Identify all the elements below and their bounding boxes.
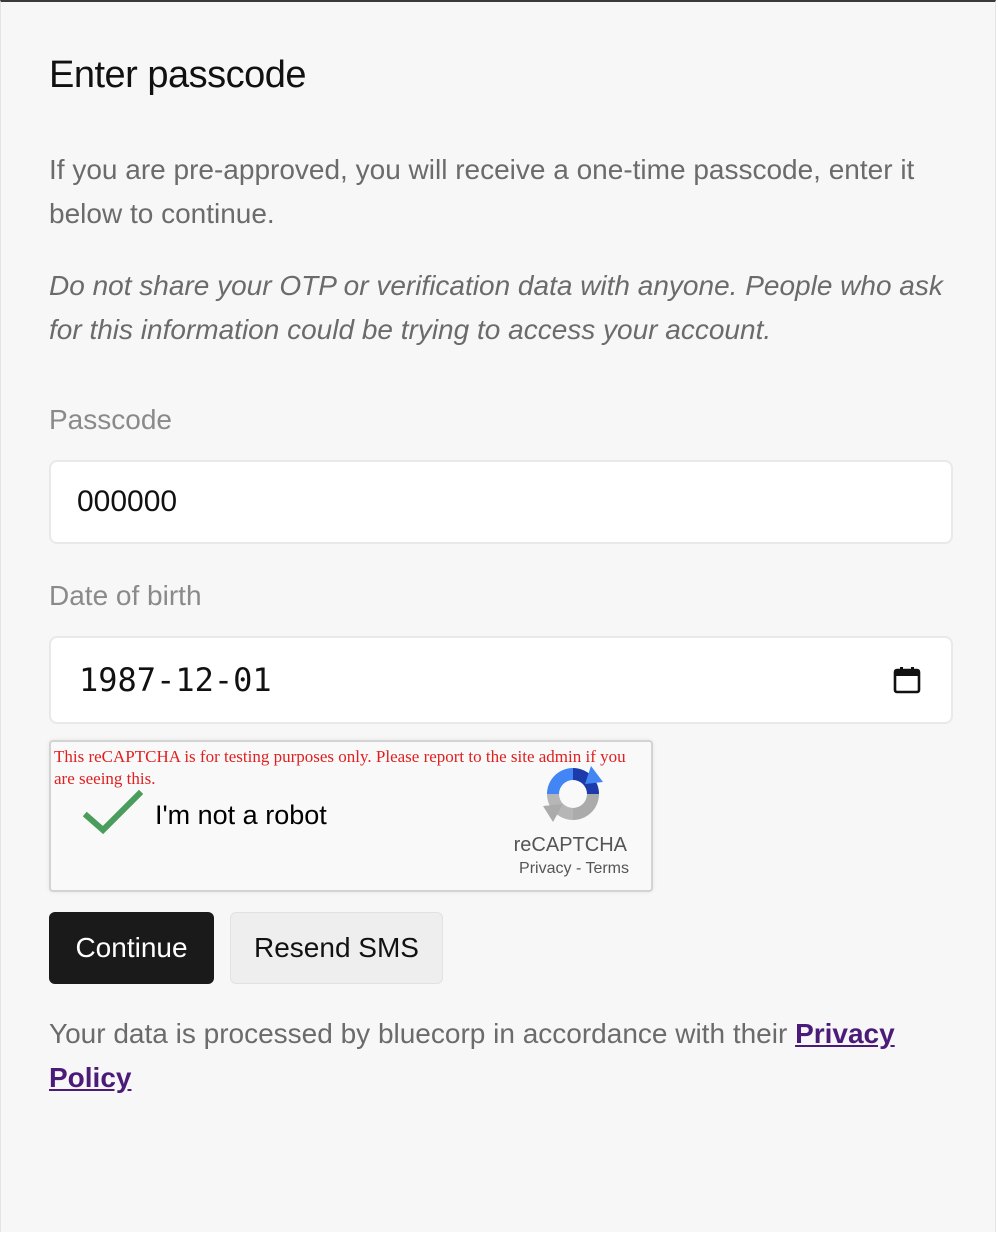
privacy-notice: Your data is processed by bluecorp in ac… xyxy=(49,1012,959,1100)
intro-text: If you are pre-approved, you will receiv… xyxy=(49,154,915,229)
page-title: Enter passcode xyxy=(49,54,307,96)
recaptcha-terms-link[interactable]: Terms xyxy=(585,860,629,877)
security-warning-text: Do not share your OTP or verification da… xyxy=(49,270,943,345)
date-of-birth-label: Date of birth xyxy=(49,580,202,611)
resend-sms-button[interactable]: Resend SMS xyxy=(230,912,443,984)
calendar-icon[interactable] xyxy=(893,666,921,694)
date-of-birth-input[interactable]: 1987-12-01 xyxy=(49,636,953,724)
passcode-input-value: 000000 xyxy=(77,485,178,518)
recaptcha-links: Privacy - Terms xyxy=(519,860,629,878)
passcode-input[interactable]: 000000 xyxy=(49,460,953,544)
recaptcha-label: I'm not a robot xyxy=(155,800,327,830)
recaptcha-link-separator: - xyxy=(575,860,582,877)
recaptcha-widget: This reCAPTCHA is for testing purposes o… xyxy=(49,740,653,892)
continue-button[interactable]: Continue xyxy=(49,912,214,984)
recaptcha-brand: reCAPTCHA xyxy=(513,834,627,856)
recaptcha-checkmark-icon[interactable] xyxy=(83,790,143,836)
date-of-birth-value: 1987-12-01 xyxy=(79,661,272,699)
passcode-label: Passcode xyxy=(49,404,172,435)
passcode-page: Enter passcode If you are pre-approved, … xyxy=(0,0,996,1232)
privacy-notice-text: Your data is processed by bluecorp in ac… xyxy=(49,1018,796,1049)
recaptcha-logo-icon xyxy=(543,766,603,822)
recaptcha-privacy-link[interactable]: Privacy xyxy=(519,860,571,877)
